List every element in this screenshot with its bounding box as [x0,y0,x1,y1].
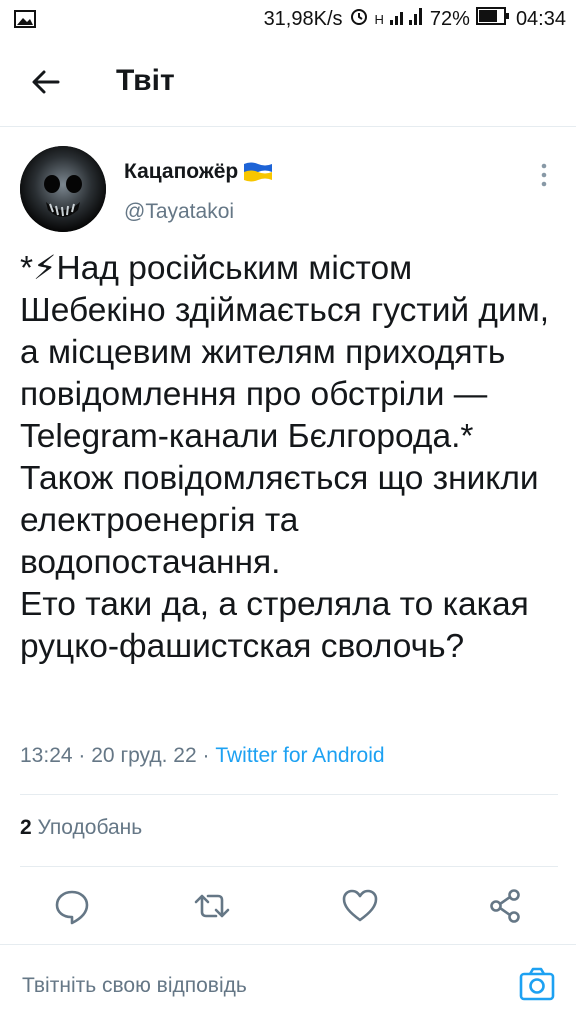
reply-input[interactable] [20,961,504,1011]
likes-stat[interactable]: 2 Уподобань [20,816,142,840]
likes-count: 2 [20,816,32,839]
author-handle[interactable]: @Tayatakoi [124,200,234,224]
author-name[interactable]: Кацапожёр [124,160,273,184]
likes-label: Уподобань [37,816,143,839]
divider [20,794,558,795]
action-bar [0,878,576,934]
divider [20,866,558,867]
signal-icon [389,6,424,32]
meta-separator-2: · [202,744,210,767]
net-speed: 31,98K/s [263,7,343,30]
retweet-icon[interactable] [192,886,232,926]
network-type: H [374,11,384,27]
image-icon [14,10,36,33]
battery-percent: 72% [429,7,470,30]
share-icon[interactable] [486,886,526,926]
page-title: Твіт [116,64,175,97]
status-bar: 31,98K/s H 72% 04:34 [0,0,576,38]
tweet-date: 20 груд. 22 [91,744,197,767]
author-name-text: Кацапожёр [124,160,239,183]
camera-icon[interactable] [518,965,556,1003]
meta-separator: · [78,744,86,767]
tweet-meta: 13:24 · 20 груд. 22 · Twitter for Androi… [20,744,385,768]
battery-icon [475,7,510,31]
clock: 04:34 [515,7,566,30]
back-arrow-icon[interactable] [28,64,64,100]
more-vertical-icon[interactable] [530,160,558,190]
tweet-source-link[interactable]: Twitter for Android [215,744,384,767]
header: Твіт [0,38,576,127]
tweet-text: *⚡Над російським містом Шебекіно здіймає… [20,250,550,665]
avatar[interactable] [20,146,106,232]
reply-icon[interactable] [52,886,92,926]
alarm-icon [349,6,369,32]
like-icon[interactable] [340,886,380,926]
reply-bar [0,944,576,1025]
tweet-time: 13:24 [20,744,73,767]
ukraine-flag-icon [244,162,273,182]
